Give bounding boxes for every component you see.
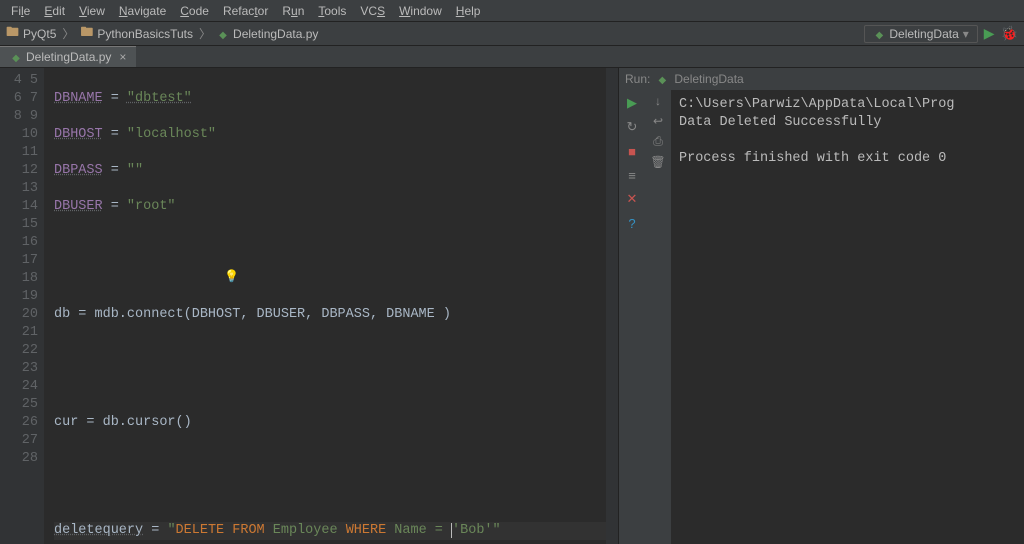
menu-edit[interactable]: Edit <box>37 4 72 18</box>
menu-navigate[interactable]: Navigate <box>112 4 173 18</box>
python-file-icon <box>217 27 229 41</box>
menu-view[interactable]: View <box>72 4 112 18</box>
crumb-project[interactable]: PyQt5 <box>23 27 56 41</box>
crumb-folder[interactable]: PythonBasicsTuts <box>97 27 193 41</box>
navigation-bar: PyQt5 〉 PythonBasicsTuts 〉 DeletingData.… <box>0 22 1024 46</box>
run-title-label: Run: <box>625 72 650 86</box>
print-button[interactable]: ⎙ <box>653 134 663 149</box>
editor-scrollbar[interactable] <box>606 68 618 544</box>
crumb-file[interactable]: DeletingData.py <box>233 27 318 41</box>
stop-button[interactable]: ■ <box>623 142 641 160</box>
rerun-button[interactable]: ▶ <box>623 94 641 112</box>
run-toolbar-left: ▶ ↻ ■ ≡ ✕ ? <box>619 90 645 544</box>
run-config-label: DeletingData <box>889 27 958 41</box>
project-icon <box>6 23 19 45</box>
menu-tools[interactable]: Tools <box>311 4 353 18</box>
menu-run[interactable]: Run <box>275 4 311 18</box>
close-run-button[interactable]: ✕ <box>623 190 641 208</box>
python-script-icon <box>656 72 668 86</box>
editor-tab[interactable]: DeletingData.py × <box>0 46 136 67</box>
chevron-right-icon: 〉 <box>60 25 76 42</box>
menu-window[interactable]: Window <box>392 4 449 18</box>
python-script-icon <box>873 27 885 41</box>
editor-pane[interactable]: 4 5 6 7 8 9 10 11 12 13 14 15 16 17 18 1… <box>0 68 618 544</box>
help-button[interactable]: ? <box>623 214 641 232</box>
run-tool-window: Run: DeletingData ▶ ↻ ■ ≡ ✕ ? ↓ ↩ ⎙ 🗑 C:… <box>618 68 1024 544</box>
code-token: DBNAME <box>54 91 103 106</box>
menu-bar: File Edit View Navigate Code Refactor Ru… <box>0 0 1024 22</box>
menu-help[interactable]: Help <box>449 4 488 18</box>
run-toolbar-right: ↓ ↩ ⎙ 🗑 <box>645 90 671 544</box>
menu-vcs[interactable]: VCS <box>353 4 392 18</box>
editor-tab-label: DeletingData.py <box>26 50 111 64</box>
debug-button[interactable]: 🐞 <box>1001 25 1018 42</box>
chevron-right-icon: 〉 <box>197 25 213 42</box>
run-target-label: DeletingData <box>674 72 743 86</box>
console-output[interactable]: C:\Users\Parwiz\AppData\Local\Prog Data … <box>671 90 1024 544</box>
run-configuration-selector[interactable]: DeletingData ▾ <box>864 25 977 43</box>
line-number-gutter: 4 5 6 7 8 9 10 11 12 13 14 15 16 17 18 1… <box>0 68 44 544</box>
python-file-icon <box>10 50 22 64</box>
folder-icon <box>80 23 93 45</box>
scroll-to-end-button[interactable]: ↓ <box>655 94 661 108</box>
menu-code[interactable]: Code <box>173 4 216 18</box>
run-tool-window-header[interactable]: Run: DeletingData <box>619 68 1024 90</box>
editor-tab-bar: DeletingData.py × <box>0 46 1024 68</box>
menu-file[interactable]: File <box>4 4 37 18</box>
layout-button[interactable]: ≡ <box>623 166 641 184</box>
close-tab-icon[interactable]: × <box>119 50 126 64</box>
clear-all-button[interactable]: 🗑 <box>650 155 665 169</box>
run-button[interactable]: ▶ <box>984 25 995 42</box>
code-area[interactable]: DBNAME = "dbtest" DBHOST = "localhost" D… <box>44 68 606 544</box>
chevron-down-icon: ▾ <box>963 27 969 41</box>
restart-button[interactable]: ↻ <box>623 118 641 136</box>
intention-bulb-icon[interactable]: 💡 <box>224 268 239 286</box>
soft-wrap-button[interactable]: ↩ <box>653 114 663 128</box>
menu-refactor[interactable]: Refactor <box>216 4 275 18</box>
